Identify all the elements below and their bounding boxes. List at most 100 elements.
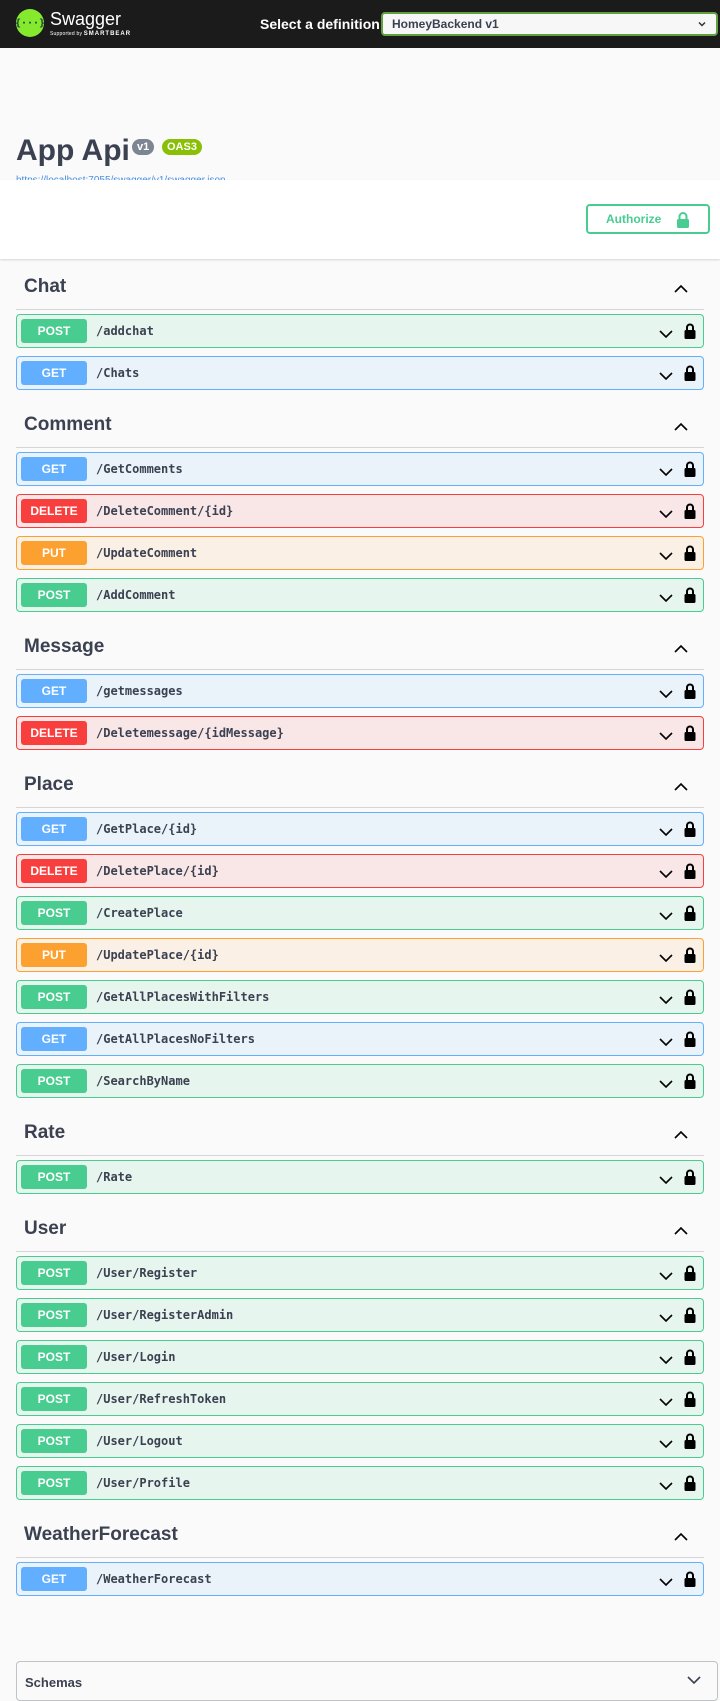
operation-row[interactable]: PUT/UpdatePlace/{id} [16,938,704,972]
chevron-down-icon[interactable] [659,1172,673,1190]
operation-path: /User/RegisterAdmin [96,1308,234,1322]
lock-icon[interactable] [684,905,696,926]
chevron-down-icon[interactable] [659,464,673,482]
operation-row[interactable]: PUT/UpdateComment [16,536,704,570]
lock-icon[interactable] [684,365,696,386]
lock-icon[interactable] [684,1391,696,1412]
chevron-down-icon[interactable] [659,590,673,608]
operation-row[interactable]: POST/User/RegisterAdmin [16,1298,704,1332]
chevron-up-icon[interactable] [674,779,688,797]
operation-row[interactable]: DELETE/DeleteComment/{id} [16,494,704,528]
operation-row[interactable]: POST/CreatePlace [16,896,704,930]
operation-row[interactable]: POST/Rate [16,1160,704,1194]
lock-icon[interactable] [684,683,696,704]
chevron-down-icon[interactable] [659,1394,673,1412]
lock-icon[interactable] [684,1349,696,1370]
chevron-down-icon[interactable] [659,866,673,884]
chevron-down-icon[interactable] [659,1268,673,1286]
lock-icon[interactable] [684,1571,696,1592]
operation-path: /User/Logout [96,1434,183,1448]
chevron-down-icon[interactable] [659,548,673,566]
operation-row[interactable]: GET/GetComments [16,452,704,486]
chevron-down-icon[interactable] [659,686,673,704]
tag-header[interactable]: WeatherForecast [16,1508,704,1558]
definition-select[interactable]: HomeyBackend v1 [381,12,718,36]
lock-icon[interactable] [684,323,696,344]
chevron-up-icon[interactable] [674,641,688,659]
tag-header[interactable]: Comment [16,398,704,448]
lock-icon[interactable] [684,1073,696,1094]
operation-row[interactable]: POST/SearchByName [16,1064,704,1098]
chevron-up-icon[interactable] [674,1529,688,1547]
chevron-down-icon[interactable] [659,950,673,968]
chevron-up-icon[interactable] [674,419,688,437]
chevron-up-icon[interactable] [674,1127,688,1145]
operation-row[interactable]: GET/GetPlace/{id} [16,812,704,846]
operation-row[interactable]: POST/addchat [16,314,704,348]
lock-icon[interactable] [684,725,696,746]
operation-path: /Rate [96,1170,133,1184]
chevron-down-icon[interactable] [659,1076,673,1094]
lock-icon[interactable] [684,821,696,842]
tag-section-place: Place GET/GetPlace/{id} DELETE/DeletePlace… [0,758,720,1098]
operation-row[interactable]: POST/AddComment [16,578,704,612]
operation-row[interactable]: POST/User/Register [16,1256,704,1290]
chevron-down-icon[interactable] [659,1034,673,1052]
lock-icon[interactable] [684,1031,696,1052]
tag-section-comment: Comment GET/GetComments DELETE/DeleteComme… [0,398,720,612]
chevron-down-icon[interactable] [659,1310,673,1328]
tag-header[interactable]: User [16,1202,704,1252]
chevron-up-icon[interactable] [674,1223,688,1241]
chevron-down-icon[interactable] [659,824,673,842]
schemas-section[interactable]: Schemas [16,1661,718,1701]
lock-icon[interactable] [684,545,696,566]
chevron-down-icon[interactable] [659,1352,673,1370]
operation-row[interactable]: DELETE/Deletemessage/{idMessage} [16,716,704,750]
operation-row[interactable]: GET/GetAllPlacesNoFilters [16,1022,704,1056]
lock-icon[interactable] [684,989,696,1010]
chevron-down-icon[interactable] [659,1574,673,1592]
operation-path: /User/RefreshToken [96,1392,227,1406]
tag-header[interactable]: Chat [16,260,704,310]
swagger-logo[interactable]: {···} Swagger Supported by SMARTBEAR [15,9,131,37]
lock-icon[interactable] [684,947,696,968]
tag-section-user: User POST/User/Register POST/User/Register… [0,1202,720,1500]
lock-icon[interactable] [684,1265,696,1286]
operation-row[interactable]: POST/User/Logout [16,1424,704,1458]
method-badge: GET [21,1027,87,1051]
method-badge: POST [21,1387,87,1411]
authorize-button[interactable]: Authorize [586,204,710,234]
chevron-down-icon[interactable] [659,368,673,386]
lock-icon[interactable] [684,1475,696,1496]
operation-row[interactable]: POST/User/RefreshToken [16,1382,704,1416]
lock-icon[interactable] [684,503,696,524]
tag-header[interactable]: Place [16,758,704,808]
tag-header[interactable]: Message [16,620,704,670]
chevron-down-icon[interactable] [659,326,673,344]
lock-icon[interactable] [684,863,696,884]
chevron-up-icon[interactable] [674,281,688,299]
oas-badge: OAS3 [162,139,202,155]
lock-icon[interactable] [684,587,696,608]
chevron-down-icon[interactable] [659,728,673,746]
operation-row[interactable]: GET/Chats [16,356,704,390]
lock-icon[interactable] [684,461,696,482]
operation-row[interactable]: POST/User/Profile [16,1466,704,1500]
chevron-down-icon[interactable] [659,1436,673,1454]
operation-row[interactable]: GET/getmessages [16,674,704,708]
chevron-down-icon[interactable] [659,506,673,524]
chevron-down-icon[interactable] [659,1478,673,1496]
operation-row[interactable]: GET/WeatherForecast [16,1562,704,1596]
lock-icon[interactable] [684,1307,696,1328]
schemas-label: Schemas [25,1675,83,1690]
operation-row[interactable]: POST/GetAllPlacesWithFilters [16,980,704,1014]
lock-icon[interactable] [684,1169,696,1190]
operation-row[interactable]: DELETE/DeletePlace/{id} [16,854,704,888]
chevron-down-icon[interactable] [659,908,673,926]
method-badge: GET [21,361,87,385]
chevron-down-icon[interactable] [659,992,673,1010]
tag-header[interactable]: Rate [16,1106,704,1156]
method-badge: POST [21,985,87,1009]
operation-row[interactable]: POST/User/Login [16,1340,704,1374]
lock-icon[interactable] [684,1433,696,1454]
